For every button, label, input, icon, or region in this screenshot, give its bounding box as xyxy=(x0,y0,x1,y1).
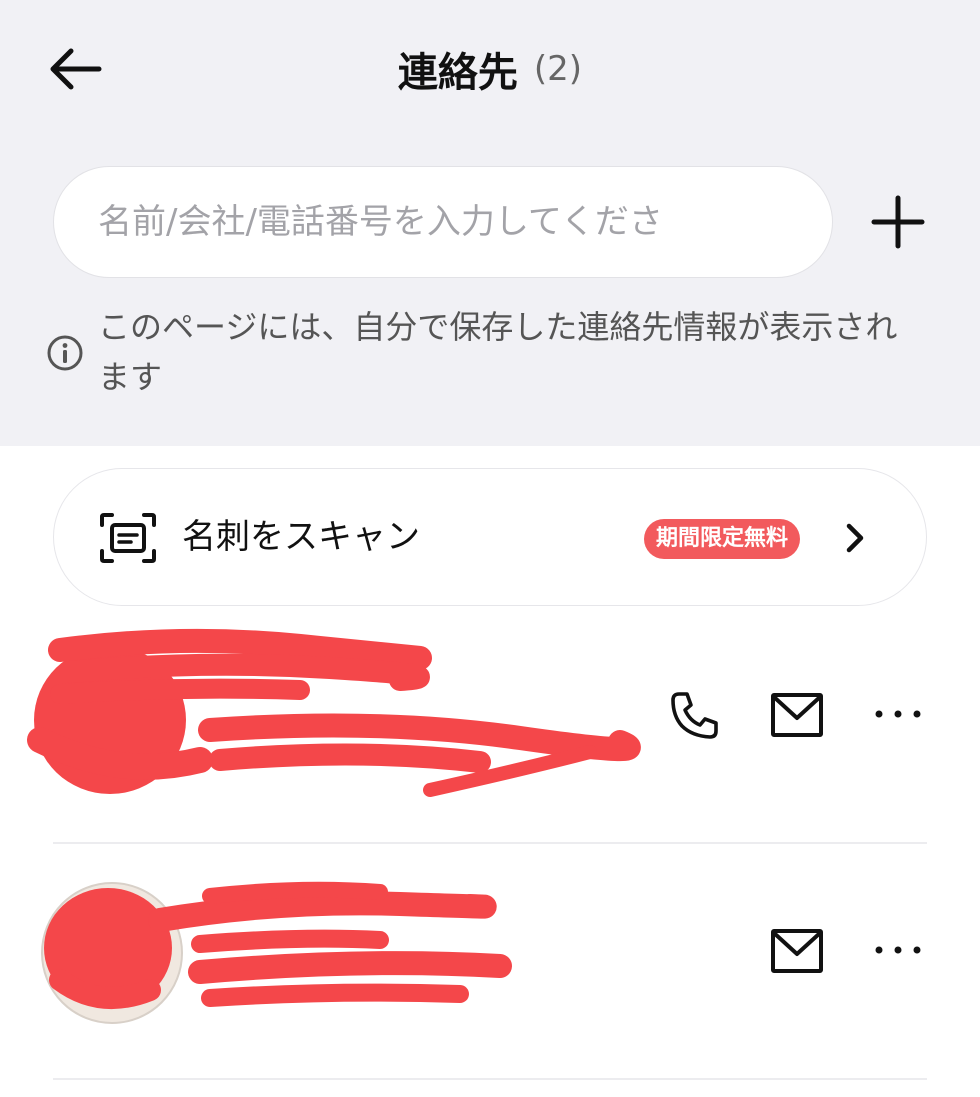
add-contact-button[interactable] xyxy=(866,190,930,254)
mail-icon[interactable] xyxy=(770,928,824,974)
scan-label: 名刺をスキャン xyxy=(182,517,420,557)
scan-card-icon xyxy=(100,513,156,563)
more-icon[interactable] xyxy=(870,942,926,958)
mail-icon[interactable] xyxy=(770,692,824,738)
search-input[interactable] xyxy=(96,201,800,243)
top-section: 連絡先 (2) このページには、自分で保存した連絡先情報が表示されます xyxy=(0,0,980,446)
phone-icon[interactable] xyxy=(668,690,720,742)
divider xyxy=(53,1078,927,1080)
redacted-contact-info xyxy=(41,881,512,1024)
info-text: このページには、自分で保存した連絡先情報が表示されます xyxy=(98,308,898,396)
info-icon xyxy=(47,335,83,371)
page-title: 連絡先 xyxy=(397,50,518,96)
divider xyxy=(53,842,927,844)
contact-row[interactable] xyxy=(0,620,980,856)
contact-row[interactable] xyxy=(0,860,980,1096)
free-promo-badge: 期間限定無料 xyxy=(644,519,801,559)
redacted-contact-info xyxy=(27,628,641,797)
search-bar xyxy=(53,166,833,278)
scan-business-card-button[interactable]: 名刺をスキャン 期間限定無料 xyxy=(53,468,927,606)
contact-count: (2) xyxy=(533,49,583,89)
chevron-right-icon xyxy=(846,523,864,553)
plus-icon xyxy=(871,195,925,249)
page-title-wrap: 連絡先 (2) xyxy=(0,38,980,100)
more-icon[interactable] xyxy=(870,706,926,722)
